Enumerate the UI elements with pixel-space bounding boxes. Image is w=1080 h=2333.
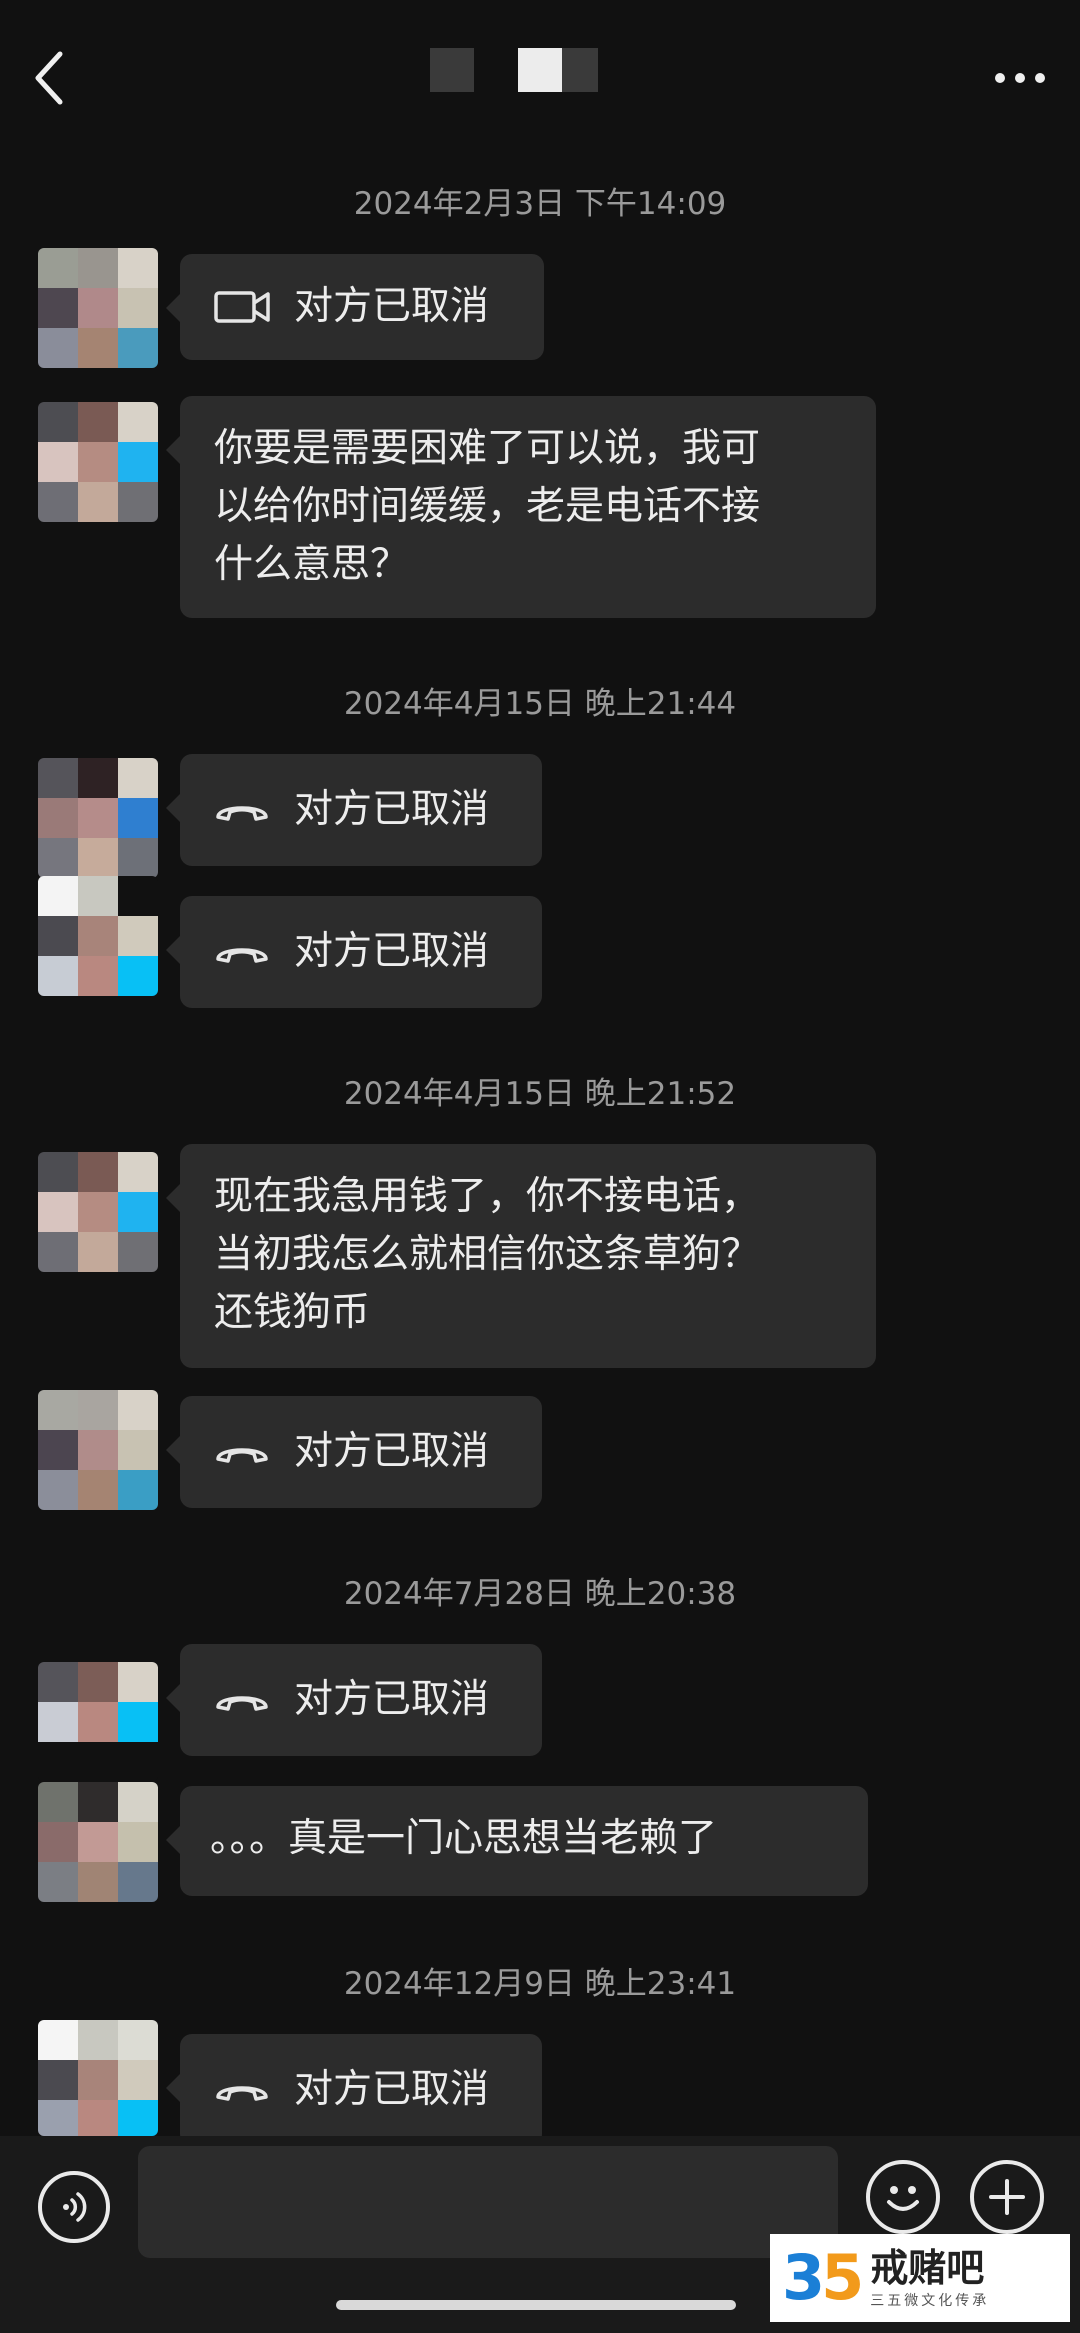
timestamp: 2024年2月3日 下午14:09 <box>353 186 727 222</box>
plus-button[interactable] <box>970 2160 1044 2234</box>
message-line: 还钱狗币 <box>214 1290 371 1335</box>
avatar[interactable] <box>38 1390 158 1510</box>
timestamp: 2024年12月9日 晚上23:41 <box>343 1966 737 2002</box>
call-status: 对方已取消 <box>294 1677 490 1722</box>
call-message[interactable]: 对方已取消 <box>166 254 544 360</box>
contact-name-redacted <box>430 48 598 92</box>
call-message[interactable]: 对方已取消 <box>166 896 542 1008</box>
text-message[interactable]: 现在我急用钱了，你不接电话， 当初我怎么就相信你这条草狗？ 还钱狗币 <box>166 1144 876 1368</box>
message-line: 。。。真是一门心思想当老赖了 <box>210 1816 718 1861</box>
timestamp: 2024年4月15日 晚上21:44 <box>343 686 737 722</box>
video-camera-icon <box>214 287 270 327</box>
call-status: 对方已取消 <box>294 1429 490 1474</box>
message-line: 以给你时间缓缓，老是电话不接 <box>214 484 761 529</box>
text-message[interactable]: 你要是需要困难了可以说，我可 以给你时间缓缓，老是电话不接 什么意思？ <box>166 396 876 618</box>
more-dots-icon <box>995 73 1005 83</box>
message-line: 当初我怎么就相信你这条草狗？ <box>214 1232 761 1277</box>
call-message[interactable]: 对方已取消 <box>166 2034 542 2146</box>
watermark-subtitle: 三五微文化传承 <box>870 2293 990 2309</box>
call-message[interactable]: 对方已取消 <box>166 754 542 866</box>
emoji-button[interactable] <box>866 2160 940 2234</box>
avatar[interactable] <box>38 2020 158 2136</box>
phone-hangup-icon <box>214 1432 270 1472</box>
call-message[interactable]: 对方已取消 <box>166 1644 542 1756</box>
message-line: 你要是需要困难了可以说，我可 <box>214 426 761 471</box>
avatar[interactable] <box>38 1662 158 1782</box>
avatar[interactable] <box>38 402 158 522</box>
call-status: 对方已取消 <box>294 787 490 832</box>
message-input[interactable] <box>138 2146 838 2258</box>
call-status: 对方已取消 <box>294 929 490 974</box>
call-status: 对方已取消 <box>294 2067 490 2112</box>
home-indicator[interactable] <box>336 2300 736 2310</box>
emoji-icon <box>887 2186 919 2211</box>
top-bar <box>0 0 1080 130</box>
call-status: 对方已取消 <box>294 284 490 329</box>
phone-hangup-icon <box>214 1680 270 1720</box>
message-line: 什么意思？ <box>214 542 410 587</box>
timestamp: 2024年7月28日 晚上20:38 <box>343 1576 737 1612</box>
back-button[interactable] <box>30 48 70 108</box>
text-message[interactable]: 。。。真是一门心思想当老赖了 <box>166 1786 868 1896</box>
avatar[interactable] <box>38 758 158 878</box>
plus-icon <box>989 2179 1025 2215</box>
timestamp: 2024年4月15日 晚上21:52 <box>343 1076 737 1112</box>
watermark-logo: 35 <box>782 2241 864 2314</box>
phone-hangup-icon <box>214 790 270 830</box>
avatar[interactable] <box>38 248 158 368</box>
voice-button[interactable] <box>38 2171 110 2243</box>
more-button[interactable] <box>990 58 1050 98</box>
call-message[interactable]: 对方已取消 <box>166 1396 542 1508</box>
watermark: 35 戒赌吧 三五微文化传承 <box>770 2234 1070 2322</box>
message-line: 现在我急用钱了，你不接电话， <box>214 1174 761 1219</box>
avatar[interactable] <box>38 1782 158 1902</box>
chevron-left-icon <box>35 51 63 105</box>
avatar[interactable] <box>38 1152 158 1272</box>
avatar[interactable] <box>38 876 158 996</box>
voice-icon <box>63 2192 87 2222</box>
watermark-title: 戒赌吧 <box>870 2246 985 2290</box>
phone-hangup-icon <box>214 2070 270 2110</box>
phone-hangup-icon <box>214 932 270 972</box>
